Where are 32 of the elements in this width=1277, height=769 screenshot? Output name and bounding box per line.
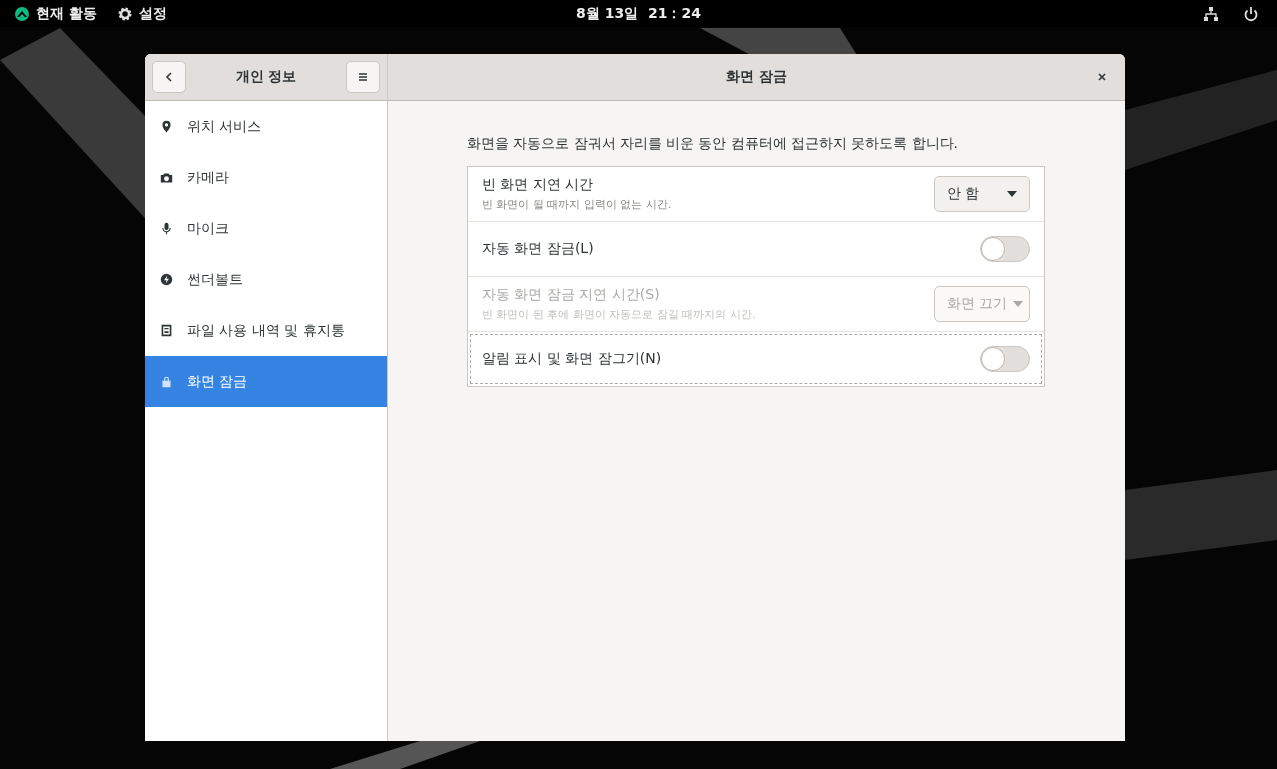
caret-icon — [1007, 191, 1017, 197]
back-icon — [163, 71, 175, 83]
lightning-icon — [160, 273, 173, 286]
location-pin-icon — [160, 120, 173, 133]
caret-icon — [1013, 301, 1023, 307]
close-icon — [1097, 72, 1107, 82]
sidebar-title: 개인 정보 — [235, 68, 297, 86]
power-icon[interactable] — [1243, 5, 1259, 22]
sidebar-item[interactable]: 화면 잠금 — [145, 356, 387, 407]
settings-app-menu[interactable]: 설정 — [116, 4, 167, 23]
setting-subtitle: 빈 화면이 될 때까지 입력이 없는 시간. — [482, 197, 672, 212]
description-text: 화면을 자동으로 잠궈서 자리를 비운 동안 컴퓨터에 접근하지 못하도록 합니다. — [467, 135, 959, 153]
toggle-switch[interactable] — [980, 236, 1030, 262]
menu-button[interactable] — [346, 61, 380, 93]
toggle-switch[interactable] — [980, 346, 1030, 372]
setting-title: 빈 화면 지연 시간 — [482, 176, 595, 194]
setting-title: 자동 화면 잠금(L) — [482, 240, 594, 258]
setting-title: 자동 화면 잠금 지연 시간(S) — [482, 286, 661, 304]
camera-icon — [160, 171, 173, 184]
network-icon[interactable] — [1203, 5, 1219, 22]
clock[interactable]: 8월 13일 21：24 — [570, 3, 707, 24]
setting-title: 알림 표시 및 화면 잠그기(N) — [482, 350, 662, 368]
logo-icon — [14, 5, 30, 22]
setting-subtitle: 빈 화면이 된 후에 화면이 자동으로 잠길 때까지의 시간. — [482, 307, 756, 322]
microphone-icon — [160, 222, 173, 235]
document-icon — [160, 324, 173, 337]
lock-icon — [160, 375, 173, 388]
dropdown[interactable]: 안 함 — [934, 176, 1030, 212]
gear-icon — [116, 5, 133, 22]
menu-icon — [357, 71, 369, 83]
activities-button[interactable]: 현재 활동 — [14, 4, 97, 23]
window-title: 화면 잠금 — [726, 68, 787, 86]
